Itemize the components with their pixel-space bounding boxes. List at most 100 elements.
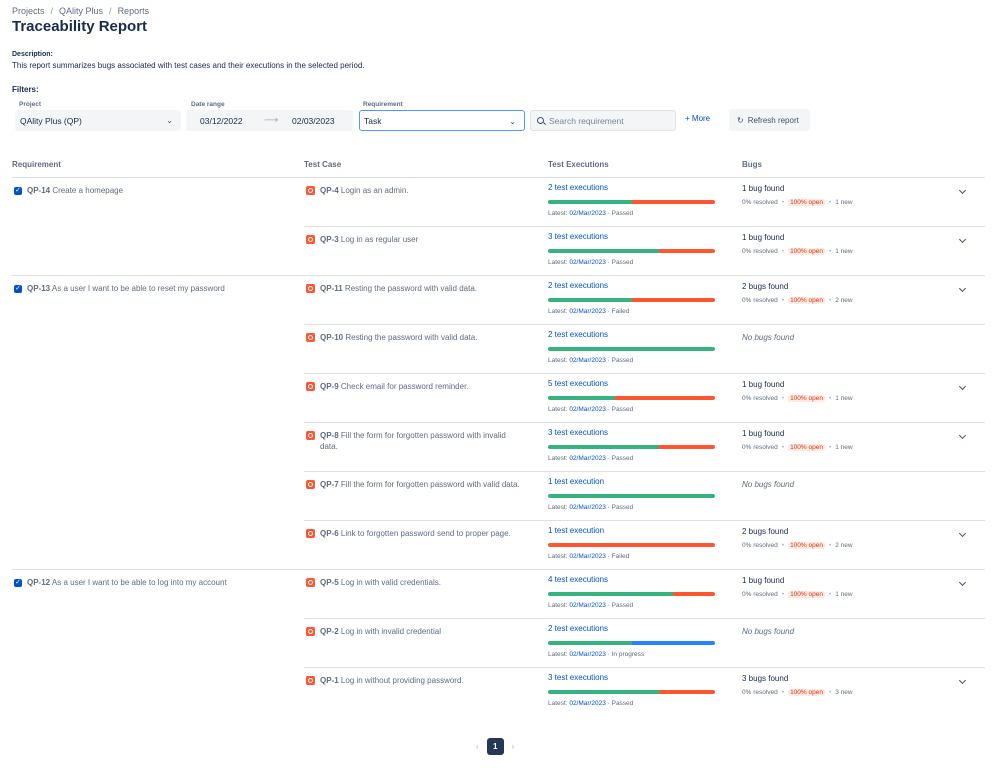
test-case-key[interactable]: QP-3 — [320, 235, 339, 244]
execution-segment-passed — [548, 347, 715, 351]
test-executions-link[interactable]: 2 test executions — [548, 624, 608, 633]
requirement-key[interactable]: QP-12 — [27, 578, 50, 587]
latest-date[interactable]: 02/Mar/2023 — [569, 504, 606, 511]
requirement-key[interactable]: QP-13 — [27, 284, 50, 293]
latest-date[interactable]: 02/Mar/2023 — [569, 651, 606, 658]
checkbox-icon: ✓ — [14, 579, 22, 587]
chevron-right-icon[interactable]: › — [512, 742, 515, 751]
date-range-label: Date range — [191, 101, 225, 108]
breadcrumb-project[interactable]: QAlity Plus — [59, 6, 103, 16]
test-executions-link[interactable]: 3 test executions — [548, 673, 608, 682]
separator-dot: • — [781, 591, 785, 598]
test-case-key[interactable]: QP-2 — [320, 627, 339, 636]
test-case-cell[interactable]: QP-4 Login as an admin. — [306, 185, 524, 196]
test-case-cell[interactable]: QP-11 Resting the password with valid da… — [306, 283, 524, 294]
execution-segment-passed — [548, 690, 660, 694]
more-filters-button[interactable]: + More — [685, 114, 710, 123]
test-executions-link[interactable]: 1 test execution — [548, 526, 604, 535]
search-requirement-input[interactable]: Search requirement — [530, 110, 676, 131]
breadcrumb-reports[interactable]: Reports — [118, 6, 150, 16]
latest-date[interactable]: 02/Mar/2023 — [569, 455, 606, 462]
test-case-icon — [306, 333, 315, 342]
test-case-key[interactable]: QP-10 — [320, 333, 343, 342]
chevron-left-icon[interactable]: ‹ — [476, 742, 479, 751]
breadcrumb-projects[interactable]: Projects — [12, 6, 45, 16]
test-case-title: Log in with valid credentials. — [340, 578, 441, 587]
test-case-cell[interactable]: QP-6 Link to forgotten password send to … — [306, 528, 524, 539]
test-case-label: QP-7 Fill the form for forgotten passwor… — [320, 479, 520, 490]
date-from-input[interactable]: 03/12/2022 — [200, 116, 243, 126]
bug-stats: 0% resolved • 100% open • 3 new — [742, 689, 853, 696]
test-executions-link[interactable]: 4 test executions — [548, 575, 608, 584]
test-executions-link[interactable]: 1 test execution — [548, 477, 604, 486]
test-case-key[interactable]: QP-1 — [320, 676, 339, 685]
latest-status: Passed — [611, 357, 634, 364]
date-range-picker[interactable]: 03/12/2022 ⟶ 02/03/2023 — [186, 110, 353, 131]
no-bugs-label: No bugs found — [742, 333, 795, 342]
separator-dot: • — [781, 395, 785, 402]
test-case-key[interactable]: QP-5 — [320, 578, 339, 587]
latest-date[interactable]: 02/Mar/2023 — [569, 210, 606, 217]
test-case-icon — [306, 676, 315, 685]
latest-execution: Latest: 02/Mar/2023 · Passed — [548, 357, 633, 364]
resolved-percent: 0% resolved — [742, 591, 778, 598]
test-case-key[interactable]: QP-4 — [320, 186, 339, 195]
requirement-select[interactable]: Task ⌄ — [359, 110, 525, 131]
latest-date[interactable]: 02/Mar/2023 — [569, 406, 606, 413]
latest-execution: Latest: 02/Mar/2023 · In progress — [548, 651, 644, 658]
chevron-down-icon[interactable] — [958, 383, 968, 393]
requirement-cell[interactable]: ✓ QP-14 Create a homepage — [14, 186, 123, 195]
chevron-down-icon[interactable] — [958, 236, 968, 246]
test-case-icon — [306, 235, 315, 244]
execution-progress-bar — [548, 592, 715, 596]
test-case-key[interactable]: QP-6 — [320, 529, 339, 538]
row-divider — [12, 569, 985, 570]
latest-date[interactable]: 02/Mar/2023 — [569, 553, 606, 560]
test-executions-link[interactable]: 2 test executions — [548, 281, 608, 290]
latest-date[interactable]: 02/Mar/2023 — [569, 700, 606, 707]
test-case-label: QP-6 Link to forgotten password send to … — [320, 528, 511, 539]
test-case-cell[interactable]: QP-3 Log in as regular user — [306, 234, 524, 245]
test-executions-link[interactable]: 2 test executions — [548, 183, 608, 192]
chevron-down-icon[interactable] — [958, 187, 968, 197]
test-case-cell[interactable]: QP-7 Fill the form for forgotten passwor… — [306, 479, 524, 490]
open-percent-badge: 100% open — [788, 199, 825, 206]
latest-date[interactable]: 02/Mar/2023 — [569, 308, 606, 315]
chevron-down-icon[interactable] — [958, 432, 968, 442]
chevron-down-icon[interactable] — [958, 579, 968, 589]
date-to-input[interactable]: 02/03/2023 — [292, 116, 335, 126]
test-case-label: QP-9 Check email for password reminder. — [320, 381, 469, 392]
test-executions-link[interactable]: 5 test executions — [548, 379, 608, 388]
latest-date[interactable]: 02/Mar/2023 — [569, 357, 606, 364]
chevron-down-icon[interactable] — [958, 530, 968, 540]
test-executions-link[interactable]: 2 test executions — [548, 330, 608, 339]
test-executions-link[interactable]: 3 test executions — [548, 232, 608, 241]
execution-segment-failed — [631, 200, 715, 204]
latest-date[interactable]: 02/Mar/2023 — [569, 259, 606, 266]
bug-stats: 0% resolved • 100% open • 1 new — [742, 199, 853, 206]
test-case-cell[interactable]: QP-9 Check email for password reminder. — [306, 381, 524, 392]
test-executions-link[interactable]: 3 test executions — [548, 428, 608, 437]
requirement-title: As a user I want to be able to log into … — [51, 578, 227, 587]
open-percent-badge: 100% open — [788, 395, 825, 402]
test-case-cell[interactable]: QP-2 Log in with invalid credential — [306, 626, 524, 637]
execution-progress-bar — [548, 396, 715, 400]
test-case-cell[interactable]: QP-5 Log in with valid credentials. — [306, 577, 524, 588]
chevron-down-icon[interactable] — [958, 285, 968, 295]
project-select[interactable]: QAlity Plus (QP) ⌄ — [15, 110, 181, 131]
latest-date[interactable]: 02/Mar/2023 — [569, 602, 606, 609]
refresh-report-button[interactable]: ↻ Refresh report — [729, 109, 810, 131]
chevron-down-icon[interactable] — [958, 677, 968, 687]
requirement-key[interactable]: QP-14 — [27, 186, 50, 195]
test-case-cell[interactable]: QP-8 Fill the form for forgotten passwor… — [306, 430, 524, 452]
test-case-key[interactable]: QP-9 — [320, 382, 339, 391]
page-number-button[interactable]: 1 — [486, 738, 504, 755]
requirement-cell[interactable]: ✓ QP-12 As a user I want to be able to lo… — [14, 578, 227, 587]
test-case-key[interactable]: QP-11 — [320, 284, 343, 293]
test-case-cell[interactable]: QP-10 Resting the password with valid da… — [306, 332, 524, 343]
description-text: This report summarizes bugs associated w… — [12, 61, 365, 70]
test-case-cell[interactable]: QP-1 Log in without providing password. — [306, 675, 524, 686]
test-case-key[interactable]: QP-8 — [320, 431, 339, 440]
requirement-cell[interactable]: ✓ QP-13 As a user I want to be able to re… — [14, 284, 225, 293]
test-case-key[interactable]: QP-7 — [320, 480, 339, 489]
